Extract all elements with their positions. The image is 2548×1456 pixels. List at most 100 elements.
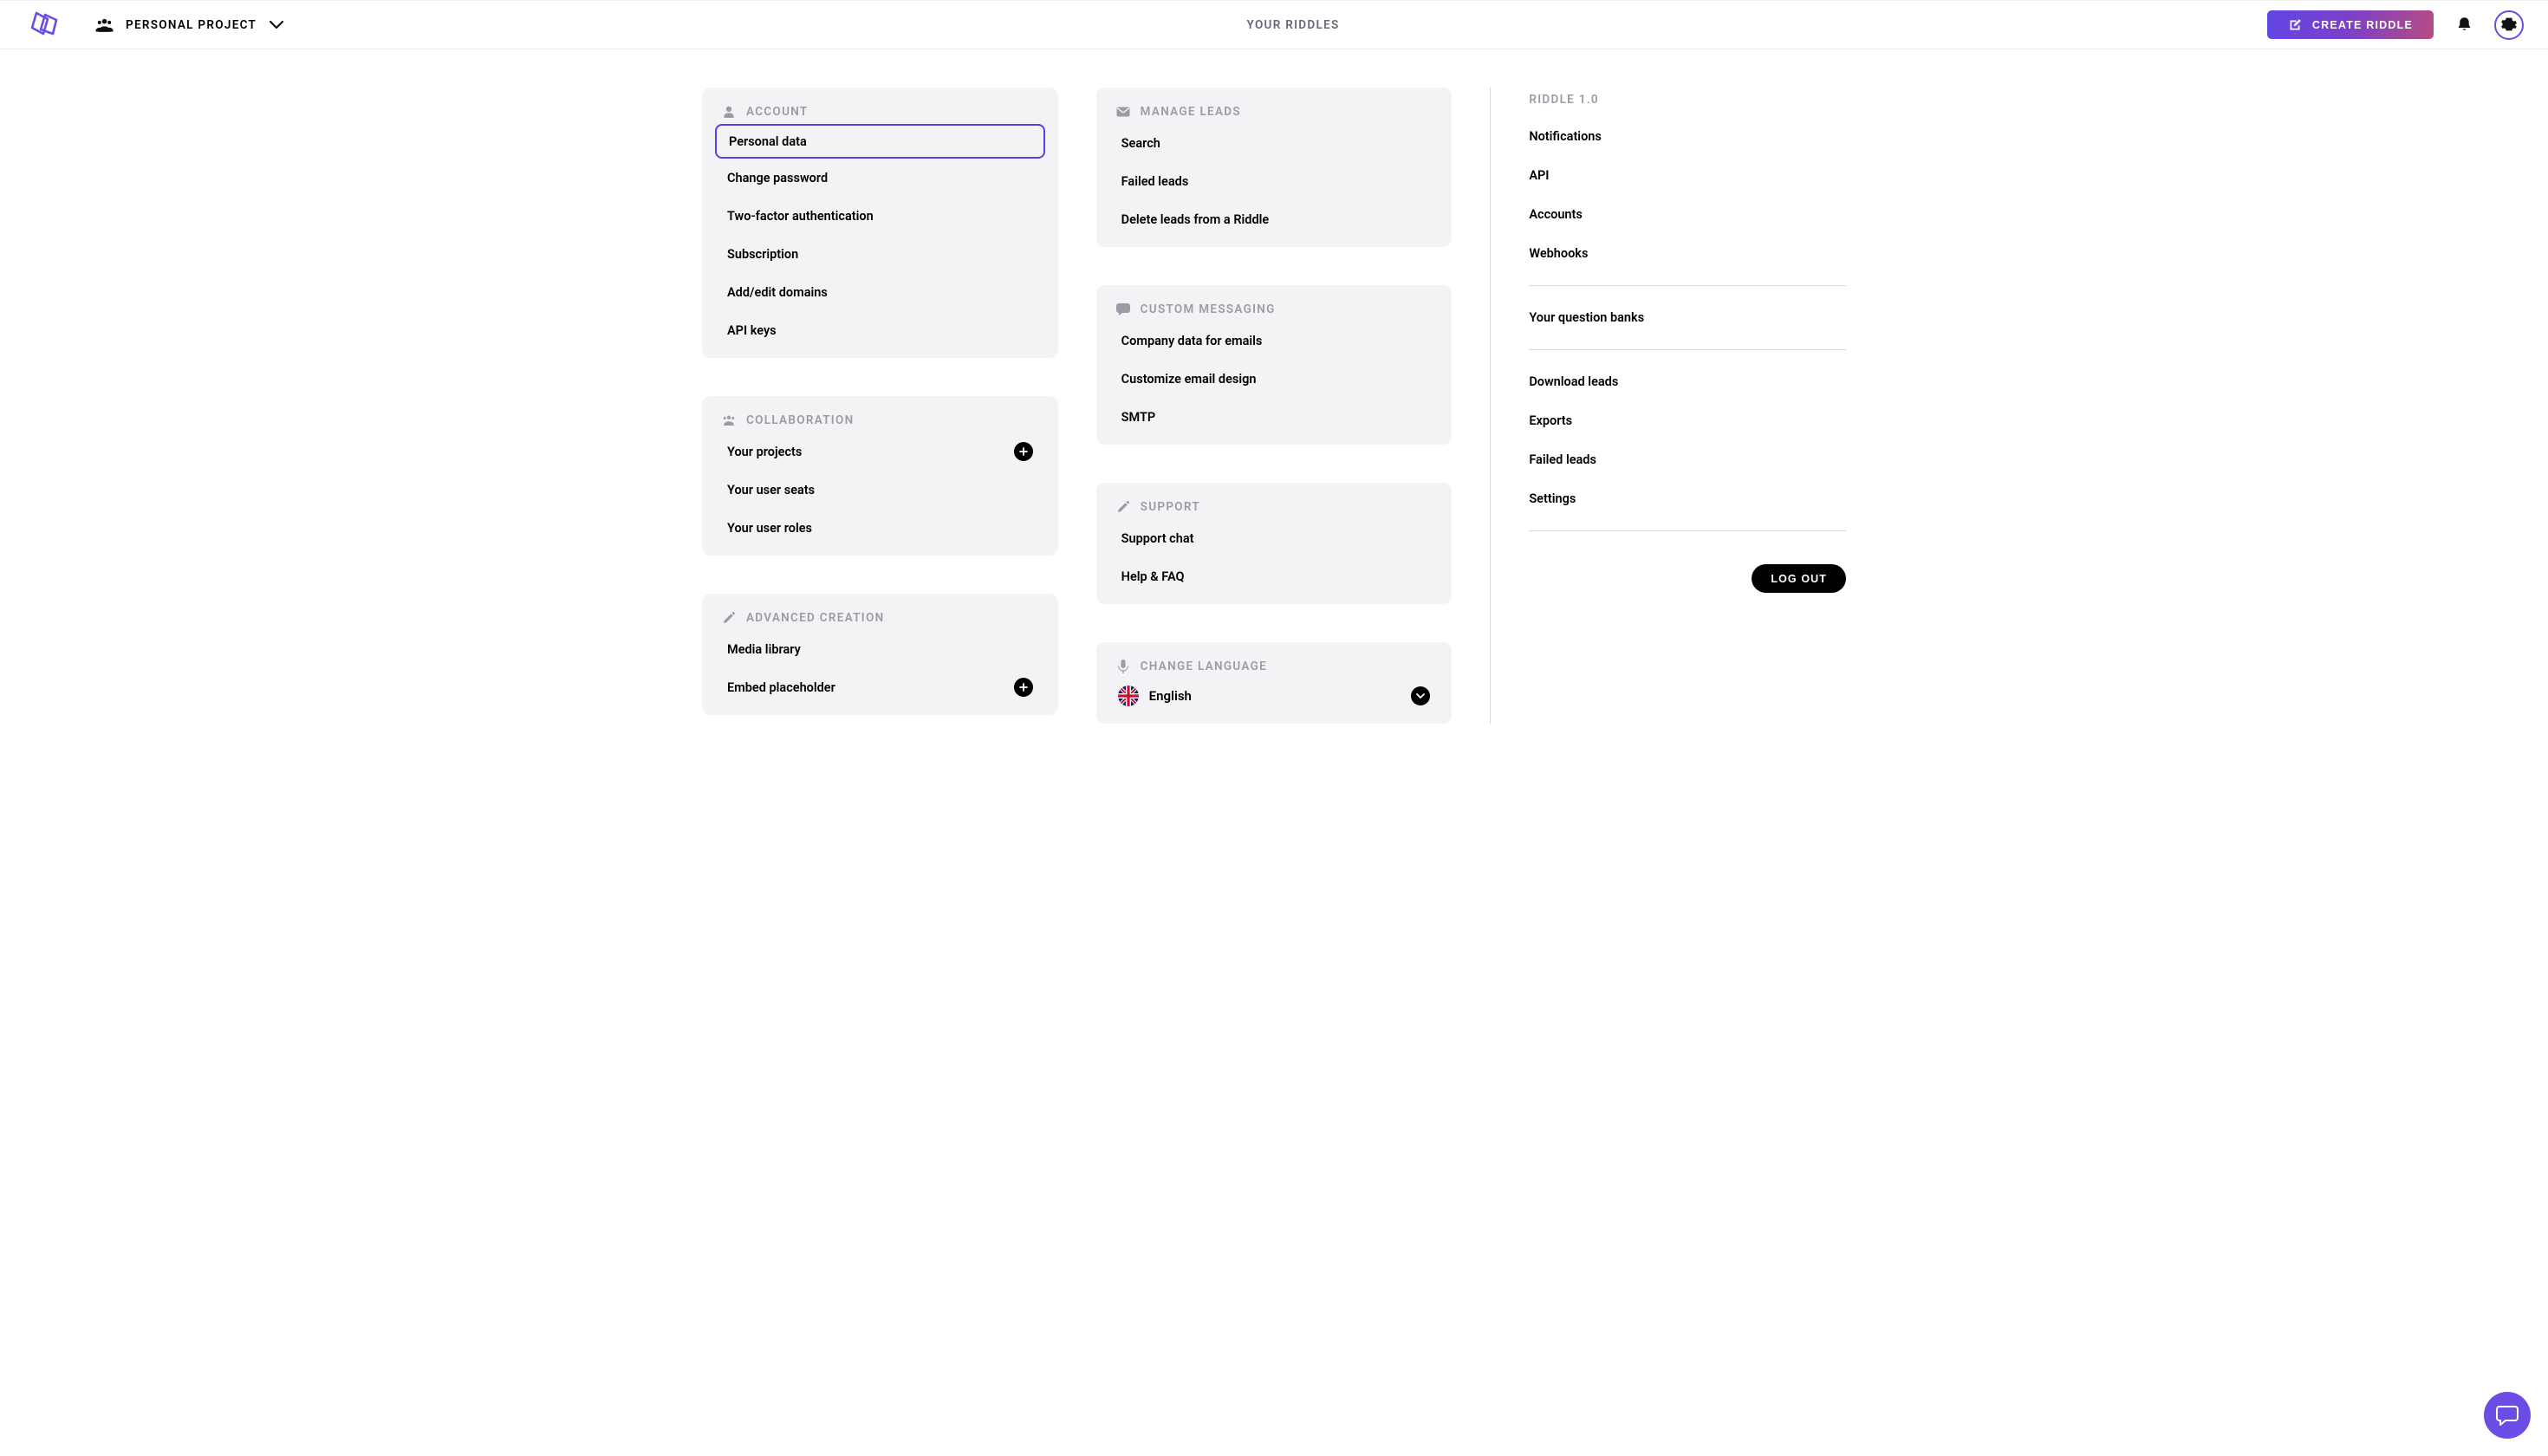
language-dropdown-toggle[interactable] (1411, 686, 1430, 705)
item-domains[interactable]: Add/edit domains (715, 273, 1045, 311)
item-leads-failed-label: Failed leads (1121, 174, 1189, 189)
item-leads-failed[interactable]: Failed leads (1109, 162, 1440, 200)
card-collaboration-head: COLLABORATION (715, 410, 1045, 432)
item-smtp[interactable]: SMTP (1109, 398, 1440, 436)
item-change-password-label: Change password (727, 171, 828, 185)
card-advanced-title: ADVANCED CREATION (746, 611, 884, 625)
card-support-head: SUPPORT (1109, 497, 1440, 519)
card-language-head: CHANGE LANGUAGE (1109, 656, 1440, 679)
item-two-factor[interactable]: Two-factor authentication (715, 197, 1045, 235)
chat-fab[interactable] (2484, 1392, 2531, 1439)
item-api-keys[interactable]: API keys (715, 311, 1045, 349)
card-collaboration-title: COLLABORATION (746, 413, 854, 427)
mail-icon (1116, 105, 1130, 119)
card-language: CHANGE LANGUAGE English (1096, 642, 1453, 724)
item-customize-email-label: Customize email design (1121, 372, 1257, 387)
item-roles[interactable]: Your user roles (715, 509, 1045, 547)
card-messaging-title: CUSTOM MESSAGING (1141, 302, 1276, 316)
item-leads-delete[interactable]: Delete leads from a Riddle (1109, 200, 1440, 238)
item-projects-label: Your projects (727, 445, 802, 459)
edit-square-icon (2288, 18, 2302, 32)
item-support-chat-label: Support chat (1121, 531, 1194, 546)
item-customize-email[interactable]: Customize email design (1109, 360, 1440, 398)
item-company-data[interactable]: Company data for emails (1109, 322, 1440, 360)
microphone-icon (1116, 660, 1130, 673)
pencil-icon (722, 611, 736, 625)
item-api-keys-label: API keys (727, 323, 777, 338)
item-media[interactable]: Media library (715, 630, 1045, 668)
card-account-title: ACCOUNT (746, 105, 809, 119)
item-help[interactable]: Help & FAQ (1109, 557, 1440, 595)
separator (1529, 349, 1846, 350)
item-subscription-label: Subscription (727, 247, 798, 262)
item-personal-data[interactable]: Personal data (715, 124, 1045, 159)
add-project-button[interactable] (1014, 442, 1033, 461)
side-accounts[interactable]: Accounts (1529, 195, 1846, 234)
item-seats[interactable]: Your user seats (715, 471, 1045, 509)
card-messaging: CUSTOM MESSAGING Company data for emails… (1096, 285, 1453, 445)
project-selector[interactable]: PERSONAL PROJECT (95, 17, 284, 33)
language-selector[interactable]: English (1109, 679, 1440, 715)
item-embed-label: Embed placeholder (727, 680, 835, 695)
card-messaging-head: CUSTOM MESSAGING (1109, 299, 1440, 322)
pencil-icon (1116, 500, 1130, 514)
notifications-button[interactable] (2449, 10, 2479, 40)
item-support-chat[interactable]: Support chat (1109, 519, 1440, 557)
item-personal-data-label: Personal data (729, 134, 807, 149)
card-leads-head: MANAGE LEADS (1109, 101, 1440, 124)
side-notifications[interactable]: Notifications (1529, 117, 1846, 156)
settings-button[interactable] (2494, 10, 2524, 40)
item-smtp-label: SMTP (1121, 410, 1156, 425)
language-selected-label: English (1149, 688, 1192, 704)
add-embed-button[interactable] (1014, 678, 1033, 697)
side-title: RIDDLE 1.0 (1529, 88, 1846, 117)
flag-uk-icon (1118, 686, 1139, 706)
item-leads-search[interactable]: Search (1109, 124, 1440, 162)
item-two-factor-label: Two-factor authentication (727, 209, 874, 224)
logo[interactable] (24, 10, 62, 39)
card-collaboration: COLLABORATION Your projects Your user se… (702, 396, 1058, 556)
chat-icon (1116, 302, 1130, 316)
gear-icon (2501, 17, 2517, 33)
item-leads-delete-label: Delete leads from a Riddle (1121, 212, 1270, 227)
item-subscription[interactable]: Subscription (715, 235, 1045, 273)
item-embed[interactable]: Embed placeholder (715, 668, 1045, 706)
side-webhooks[interactable]: Webhooks (1529, 234, 1846, 273)
item-domains-label: Add/edit domains (727, 285, 828, 300)
settings-column-2: MANAGE LEADS Search Failed leads Delete … (1096, 88, 1453, 724)
side-list: RIDDLE 1.0 Notifications API Accounts We… (1529, 88, 1846, 593)
card-support: SUPPORT Support chat Help & FAQ (1096, 483, 1453, 604)
card-leads: MANAGE LEADS Search Failed leads Delete … (1096, 88, 1453, 247)
separator (1529, 530, 1846, 531)
side-api[interactable]: API (1529, 156, 1846, 195)
side-download[interactable]: Download leads (1529, 362, 1846, 401)
people-icon (722, 413, 736, 427)
page-title: YOUR RIDDLES (284, 18, 2267, 32)
logout-button[interactable]: LOG OUT (1752, 564, 1846, 593)
create-riddle-button[interactable]: CREATE RIDDLE (2267, 10, 2434, 39)
settings-column-3: RIDDLE 1.0 Notifications API Accounts We… (1490, 88, 1846, 724)
bell-icon (2457, 16, 2472, 33)
logo-icon (24, 10, 62, 39)
card-account-head: ACCOUNT (715, 101, 1045, 124)
item-projects[interactable]: Your projects (715, 432, 1045, 471)
item-seats-label: Your user seats (727, 483, 815, 497)
item-company-data-label: Company data for emails (1121, 334, 1263, 348)
side-question-banks[interactable]: Your question banks (1529, 298, 1846, 337)
top-bar: PERSONAL PROJECT YOUR RIDDLES CREATE RID… (0, 0, 2548, 49)
project-label: PERSONAL PROJECT (126, 18, 257, 32)
card-advanced: ADVANCED CREATION Media library Embed pl… (702, 594, 1058, 715)
side-failed-leads[interactable]: Failed leads (1529, 440, 1846, 479)
item-leads-search-label: Search (1121, 136, 1160, 151)
separator (1529, 285, 1846, 286)
settings-column-1: ACCOUNT Personal data Change password Tw… (702, 88, 1058, 724)
side-exports[interactable]: Exports (1529, 401, 1846, 440)
chevron-down-icon (1416, 693, 1425, 699)
people-icon (95, 17, 114, 33)
item-change-password[interactable]: Change password (715, 159, 1045, 197)
settings-page: ACCOUNT Personal data Change password Tw… (667, 49, 1881, 776)
chevron-down-icon (269, 20, 284, 30)
item-media-label: Media library (727, 642, 801, 657)
side-settings[interactable]: Settings (1529, 479, 1846, 518)
create-riddle-label: CREATE RIDDLE (2312, 19, 2413, 31)
